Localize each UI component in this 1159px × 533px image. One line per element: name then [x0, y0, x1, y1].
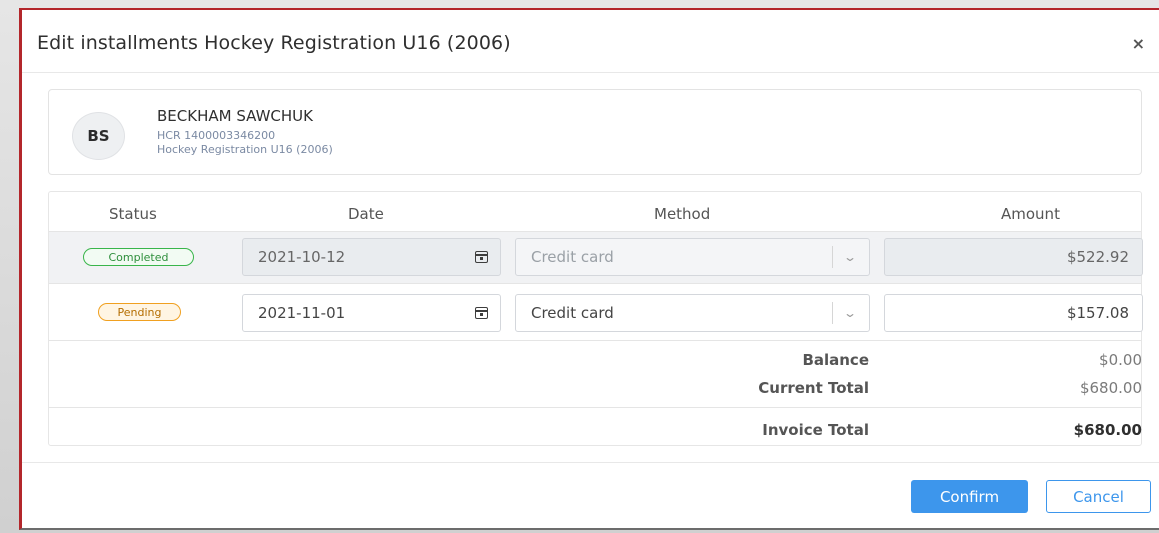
modal-header: Edit installments Hockey Registration U1… — [22, 10, 1159, 73]
current-total-value: $680.00 — [1079, 379, 1142, 397]
method-select-row-1: Credit card ⌄ — [515, 238, 870, 276]
header-amount: Amount — [1001, 205, 1060, 223]
method-value: Credit card — [531, 304, 614, 322]
balance-value: $0.00 — [1099, 351, 1142, 369]
chevron-down-icon: ⌄ — [842, 250, 858, 264]
calendar-icon[interactable] — [475, 307, 488, 319]
amount-value: $522.92 — [1066, 248, 1129, 266]
status-badge-completed: Completed — [83, 248, 194, 266]
balance-label: Balance — [802, 351, 869, 369]
select-separator — [831, 302, 833, 324]
invoice-total-label: Invoice Total — [762, 421, 869, 439]
edit-installments-modal: Edit installments Hockey Registration U1… — [19, 8, 1159, 530]
method-value: Credit card — [531, 248, 614, 266]
header-status: Status — [109, 205, 157, 223]
date-value: 2021-10-12 — [258, 248, 346, 266]
modal-title: Edit installments Hockey Registration U1… — [37, 32, 511, 54]
close-icon[interactable]: × — [1132, 34, 1145, 53]
patient-name: BECKHAM SAWCHUK — [157, 107, 313, 125]
cancel-button[interactable]: Cancel — [1046, 480, 1151, 513]
patient-account: HCR 1400003346200 — [157, 129, 276, 142]
invoice-total-value: $680.00 — [1073, 421, 1142, 439]
status-badge-pending: Pending — [98, 303, 181, 321]
row-divider — [49, 283, 1141, 284]
current-total-label: Current Total — [758, 379, 869, 397]
select-separator — [831, 246, 833, 268]
amount-field-row-1: $522.92 — [884, 238, 1143, 276]
avatar: BS — [72, 112, 125, 160]
date-field-row-1: 2021-10-12 — [242, 238, 501, 276]
calendar-icon — [475, 251, 488, 263]
date-field-row-2[interactable]: 2021-11-01 — [242, 294, 501, 332]
amount-field-row-2[interactable]: $157.08 — [884, 294, 1143, 332]
row-divider — [49, 231, 1141, 232]
installments-table: Status Date Method Amount Completed 2021… — [48, 191, 1143, 446]
row-divider — [49, 407, 1141, 408]
header-date: Date — [348, 205, 384, 223]
chevron-down-icon[interactable]: ⌄ — [843, 306, 857, 320]
header-method: Method — [654, 205, 711, 223]
amount-value: $157.08 — [1066, 304, 1129, 322]
method-select-row-2[interactable]: Credit card ⌄ — [515, 294, 870, 332]
footer-divider — [22, 462, 1159, 463]
confirm-button[interactable]: Confirm — [911, 480, 1028, 513]
row-divider — [49, 340, 1141, 341]
patient-card: BS BECKHAM SAWCHUK HCR 1400003346200 Hoc… — [48, 89, 1142, 175]
patient-program: Hockey Registration U16 (2006) — [157, 143, 333, 156]
date-value: 2021-11-01 — [258, 304, 346, 322]
